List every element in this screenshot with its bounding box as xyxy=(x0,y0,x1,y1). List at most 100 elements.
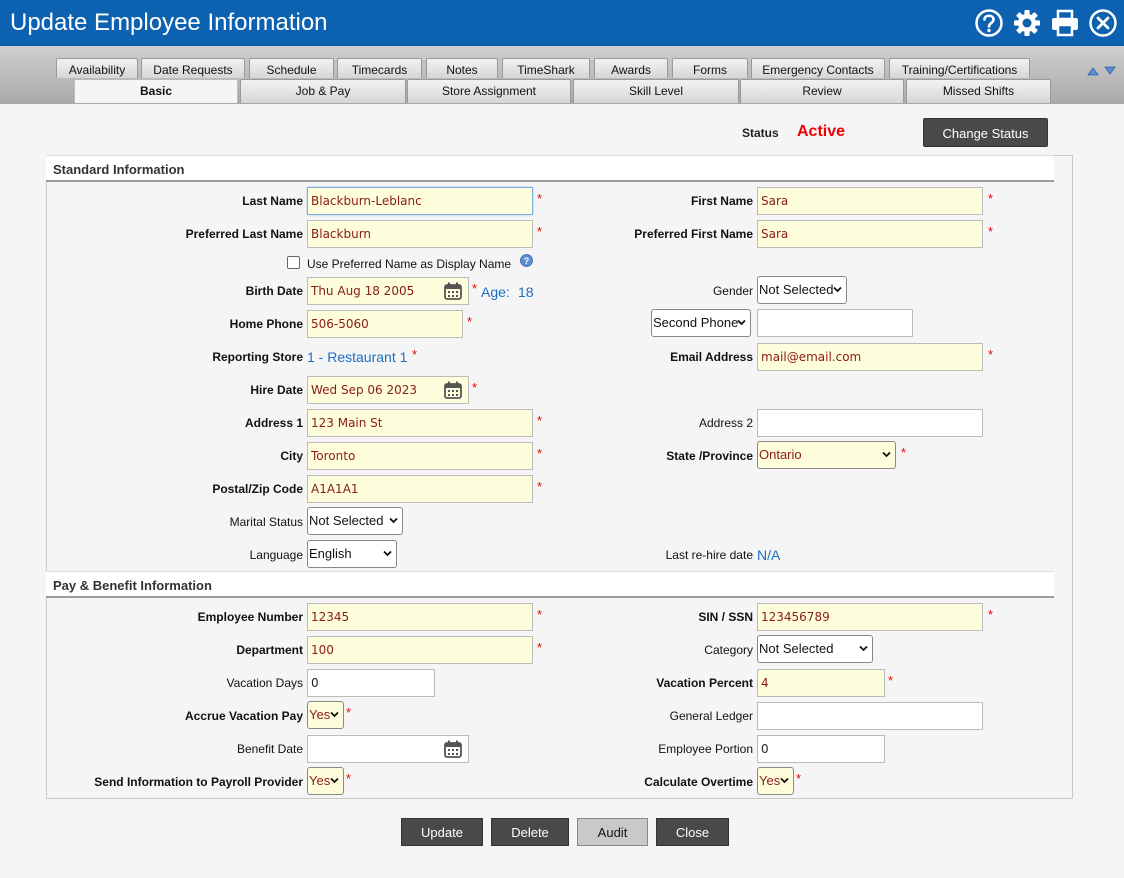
second-phone-type-select[interactable]: Second Phone xyxy=(651,309,751,337)
last-name-input[interactable]: Blackburn-Leblanc xyxy=(307,187,533,215)
employee-portion-input[interactable]: 0 xyxy=(757,735,885,763)
update-button[interactable]: Update xyxy=(401,818,483,846)
tab-job-pay[interactable]: Job & Pay xyxy=(240,79,406,103)
email-input[interactable]: mail@email.com xyxy=(757,343,983,371)
vacation-days-input[interactable]: 0 xyxy=(307,669,435,697)
tab-emergency-contacts[interactable]: Emergency Contacts xyxy=(751,58,885,78)
status-value: Active xyxy=(797,123,846,140)
state-select[interactable]: Ontario xyxy=(757,441,896,469)
tab-availability[interactable]: Availability xyxy=(56,58,138,78)
tab-basic[interactable]: Basic xyxy=(74,79,238,103)
home-phone-input[interactable]: 506-5060 xyxy=(307,310,463,338)
required-star: * xyxy=(988,191,994,206)
info-icon[interactable]: ? xyxy=(520,254,533,267)
address2-label: Address 2 xyxy=(698,416,753,430)
chevron-down-icon xyxy=(780,777,789,784)
birth-date-label: Birth Date xyxy=(245,284,303,298)
status-label: Status xyxy=(742,126,779,140)
department-input[interactable]: 100 xyxy=(307,636,533,664)
language-select-value: English xyxy=(309,546,352,561)
gear-icon[interactable] xyxy=(1012,8,1042,38)
address2-input[interactable] xyxy=(757,409,983,437)
city-input[interactable]: Toronto xyxy=(307,442,533,470)
email-label: Email Address xyxy=(670,350,753,364)
chevron-down-icon xyxy=(330,777,339,784)
calendar-icon[interactable] xyxy=(443,281,463,301)
department-label: Department xyxy=(236,643,303,657)
required-star: * xyxy=(988,607,994,622)
tab-training-certifications[interactable]: Training/Certifications xyxy=(889,58,1030,78)
chevron-down-icon xyxy=(389,517,398,524)
address1-input[interactable]: 123 Main St xyxy=(307,409,533,437)
tab-timeshark[interactable]: TimeShark xyxy=(502,58,590,78)
audit-button[interactable]: Audit xyxy=(577,818,648,846)
category-select[interactable]: Not Selected xyxy=(757,635,873,663)
preferred-last-name-input[interactable]: Blackburn xyxy=(307,220,533,248)
required-star: * xyxy=(412,347,418,362)
tab-strip: Availability Date Requests Schedule Time… xyxy=(0,46,1124,104)
required-star: * xyxy=(472,281,478,296)
preferred-first-name-label: Preferred First Name xyxy=(634,227,753,241)
accrue-vacation-label: Accrue Vacation Pay xyxy=(184,709,303,723)
preferred-first-name-input[interactable]: Sara xyxy=(757,220,983,248)
first-name-input[interactable]: Sara xyxy=(757,187,983,215)
use-preferred-name-label: Use Preferred Name as Display Name xyxy=(307,257,512,271)
tab-awards[interactable]: Awards xyxy=(594,58,668,78)
calendar-icon[interactable] xyxy=(443,380,463,400)
gender-select-value: Not Selected xyxy=(759,282,834,297)
required-star: * xyxy=(537,191,543,206)
tab-review[interactable]: Review xyxy=(740,79,904,103)
last-rehire-date-value: N/A xyxy=(757,547,781,563)
tab-store-assignment[interactable]: Store Assignment xyxy=(407,79,571,103)
close-button[interactable]: Close xyxy=(656,818,729,846)
language-select[interactable]: English xyxy=(307,540,397,568)
calendar-icon[interactable] xyxy=(443,739,463,759)
required-star: * xyxy=(988,224,994,239)
reporting-store-link[interactable]: 1 - Restaurant 1 xyxy=(307,349,407,365)
send-payroll-select[interactable]: Yes xyxy=(307,767,344,795)
general-ledger-input[interactable] xyxy=(757,702,983,730)
tab-forms[interactable]: Forms xyxy=(672,58,748,78)
category-select-value: Not Selected xyxy=(759,641,834,656)
tab-missed-shifts[interactable]: Missed Shifts xyxy=(906,79,1051,103)
tab-scroll-up-icon[interactable] xyxy=(1087,66,1099,76)
postal-code-input[interactable]: A1A1A1 xyxy=(307,475,533,503)
delete-button[interactable]: Delete xyxy=(491,818,569,846)
vacation-percent-label: Vacation Percent xyxy=(656,676,753,690)
chevron-down-icon xyxy=(330,711,339,718)
tab-schedule[interactable]: Schedule xyxy=(249,58,334,78)
home-phone-label: Home Phone xyxy=(229,317,303,331)
second-phone-type-value: Second Phone xyxy=(653,315,739,330)
tab-timecards[interactable]: Timecards xyxy=(337,58,422,78)
marital-status-select[interactable]: Not Selected xyxy=(307,507,403,535)
benefit-date-label: Benefit Date xyxy=(236,742,303,756)
general-ledger-label: General Ledger xyxy=(669,709,753,723)
required-star: * xyxy=(537,607,543,622)
tab-skill-level[interactable]: Skill Level xyxy=(573,79,739,103)
last-rehire-date-label: Last re-hire date xyxy=(665,548,753,562)
required-star: * xyxy=(537,640,543,655)
employee-number-input[interactable]: 12345 xyxy=(307,603,533,631)
close-icon[interactable] xyxy=(1088,8,1118,38)
employee-portion-label: Employee Portion xyxy=(658,742,753,756)
calculate-overtime-select[interactable]: Yes xyxy=(757,767,794,795)
required-star: * xyxy=(346,705,352,720)
required-star: * xyxy=(537,446,543,461)
reporting-store-label: Reporting Store xyxy=(212,350,303,364)
accrue-vacation-select[interactable]: Yes xyxy=(307,701,344,729)
sin-ssn-input[interactable]: 123456789 xyxy=(757,603,983,631)
print-icon[interactable] xyxy=(1050,8,1080,38)
tab-date-requests[interactable]: Date Requests xyxy=(141,58,245,78)
second-phone-input[interactable] xyxy=(757,309,913,337)
help-icon[interactable] xyxy=(974,8,1004,38)
gender-select[interactable]: Not Selected xyxy=(757,276,847,304)
tab-notes[interactable]: Notes xyxy=(426,58,498,78)
change-status-button[interactable]: Change Status xyxy=(923,118,1048,147)
sin-ssn-label: SIN / SSN xyxy=(698,610,753,624)
use-preferred-name-checkbox[interactable] xyxy=(287,256,300,269)
vacation-percent-input[interactable]: 4 xyxy=(757,669,885,697)
preferred-last-name-label: Preferred Last Name xyxy=(185,227,303,241)
tab-scroll-down-icon[interactable] xyxy=(1104,66,1116,76)
send-payroll-label: Send Information to Payroll Provider xyxy=(94,775,303,789)
section-pay-benefit: Pay & Benefit Information xyxy=(46,571,1054,598)
